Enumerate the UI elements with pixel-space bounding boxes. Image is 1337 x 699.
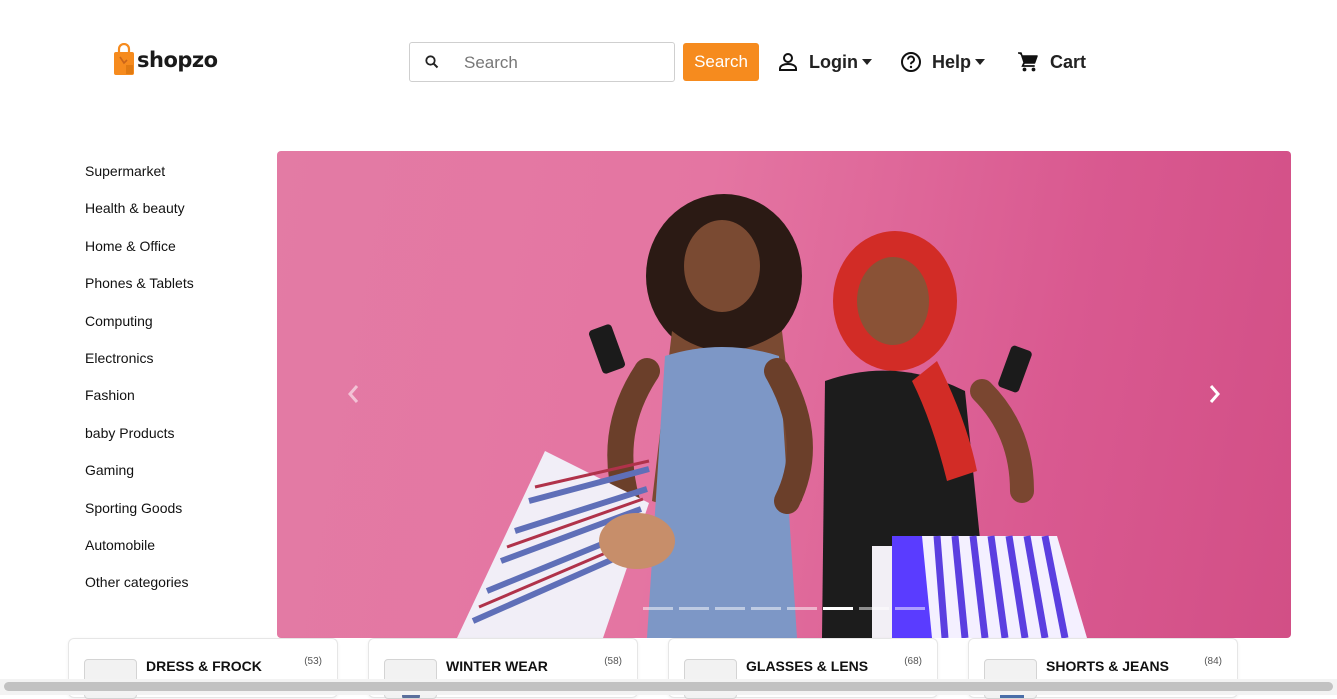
carousel-indicators [643, 607, 931, 610]
category-title: GLASSES & LENS [746, 658, 869, 674]
sidebar-item-electronics[interactable]: Electronics [85, 349, 265, 386]
category-count: (58) [604, 656, 622, 667]
cart-icon [1018, 52, 1038, 72]
category-count: (84) [1204, 656, 1222, 667]
category-title: DRESS & FROCK [146, 658, 262, 674]
site-header: shopzo Search Login Help [0, 0, 1337, 125]
sidebar-item-phones-tablets[interactable]: Phones & Tablets [85, 274, 265, 311]
horizontal-scrollbar[interactable] [0, 679, 1337, 695]
caret-down-icon [975, 59, 986, 65]
search-icon [425, 55, 439, 69]
chevron-right-icon [1209, 385, 1220, 403]
category-count: (68) [904, 656, 922, 667]
sidebar-item-computing[interactable]: Computing [85, 312, 265, 349]
category-title: SHORTS & JEANS [1046, 658, 1169, 674]
shopping-bag-icon [114, 43, 134, 75]
carousel-next-button[interactable] [1205, 379, 1225, 409]
hero-carousel [277, 151, 1291, 638]
sidebar-item-fashion[interactable]: Fashion [85, 386, 265, 423]
help-circle-icon [901, 52, 921, 72]
logo-text: shopzo [137, 48, 218, 72]
carousel-indicator[interactable] [643, 607, 673, 610]
sidebar-item-gaming[interactable]: Gaming [85, 461, 265, 498]
search-button[interactable]: Search [683, 43, 759, 81]
sidebar-item-supermarket[interactable]: Supermarket [85, 162, 265, 199]
sidebar-item-baby-products[interactable]: baby Products [85, 424, 265, 461]
help-dropdown[interactable]: Help [900, 48, 986, 76]
carousel-indicator[interactable] [787, 607, 817, 610]
carousel-indicator[interactable] [859, 607, 889, 610]
sidebar-item-automobile[interactable]: Automobile [85, 536, 265, 573]
carousel-indicator[interactable] [715, 607, 745, 610]
carousel-prev-button[interactable] [343, 379, 363, 409]
chevron-left-icon [348, 385, 359, 403]
category-sidebar: Supermarket Health & beauty Home & Offic… [85, 162, 265, 611]
sidebar-item-health-beauty[interactable]: Health & beauty [85, 199, 265, 236]
carousel-indicator[interactable] [751, 607, 781, 610]
site-logo[interactable]: shopzo [113, 43, 218, 77]
hero-banner-image [457, 194, 1087, 638]
sidebar-item-sporting-goods[interactable]: Sporting Goods [85, 499, 265, 536]
sidebar-item-home-office[interactable]: Home & Office [85, 237, 265, 274]
sidebar-item-other-categories[interactable]: Other categories [85, 573, 265, 610]
login-dropdown[interactable]: Login [777, 48, 872, 76]
caret-down-icon [861, 59, 872, 65]
scrollbar-thumb[interactable] [4, 682, 1333, 691]
cart-link[interactable]: Cart [1016, 48, 1086, 76]
carousel-indicator[interactable] [679, 607, 709, 610]
user-icon [779, 53, 797, 71]
category-count: (53) [304, 656, 322, 667]
carousel-indicator[interactable] [895, 607, 925, 610]
cart-label: Cart [1050, 51, 1087, 72]
search-input[interactable] [464, 51, 664, 75]
search-box [409, 42, 675, 82]
login-label: Login [809, 51, 858, 72]
help-label: Help [932, 51, 972, 72]
category-title: WINTER WEAR [446, 658, 548, 674]
carousel-indicator-active[interactable] [823, 607, 853, 610]
